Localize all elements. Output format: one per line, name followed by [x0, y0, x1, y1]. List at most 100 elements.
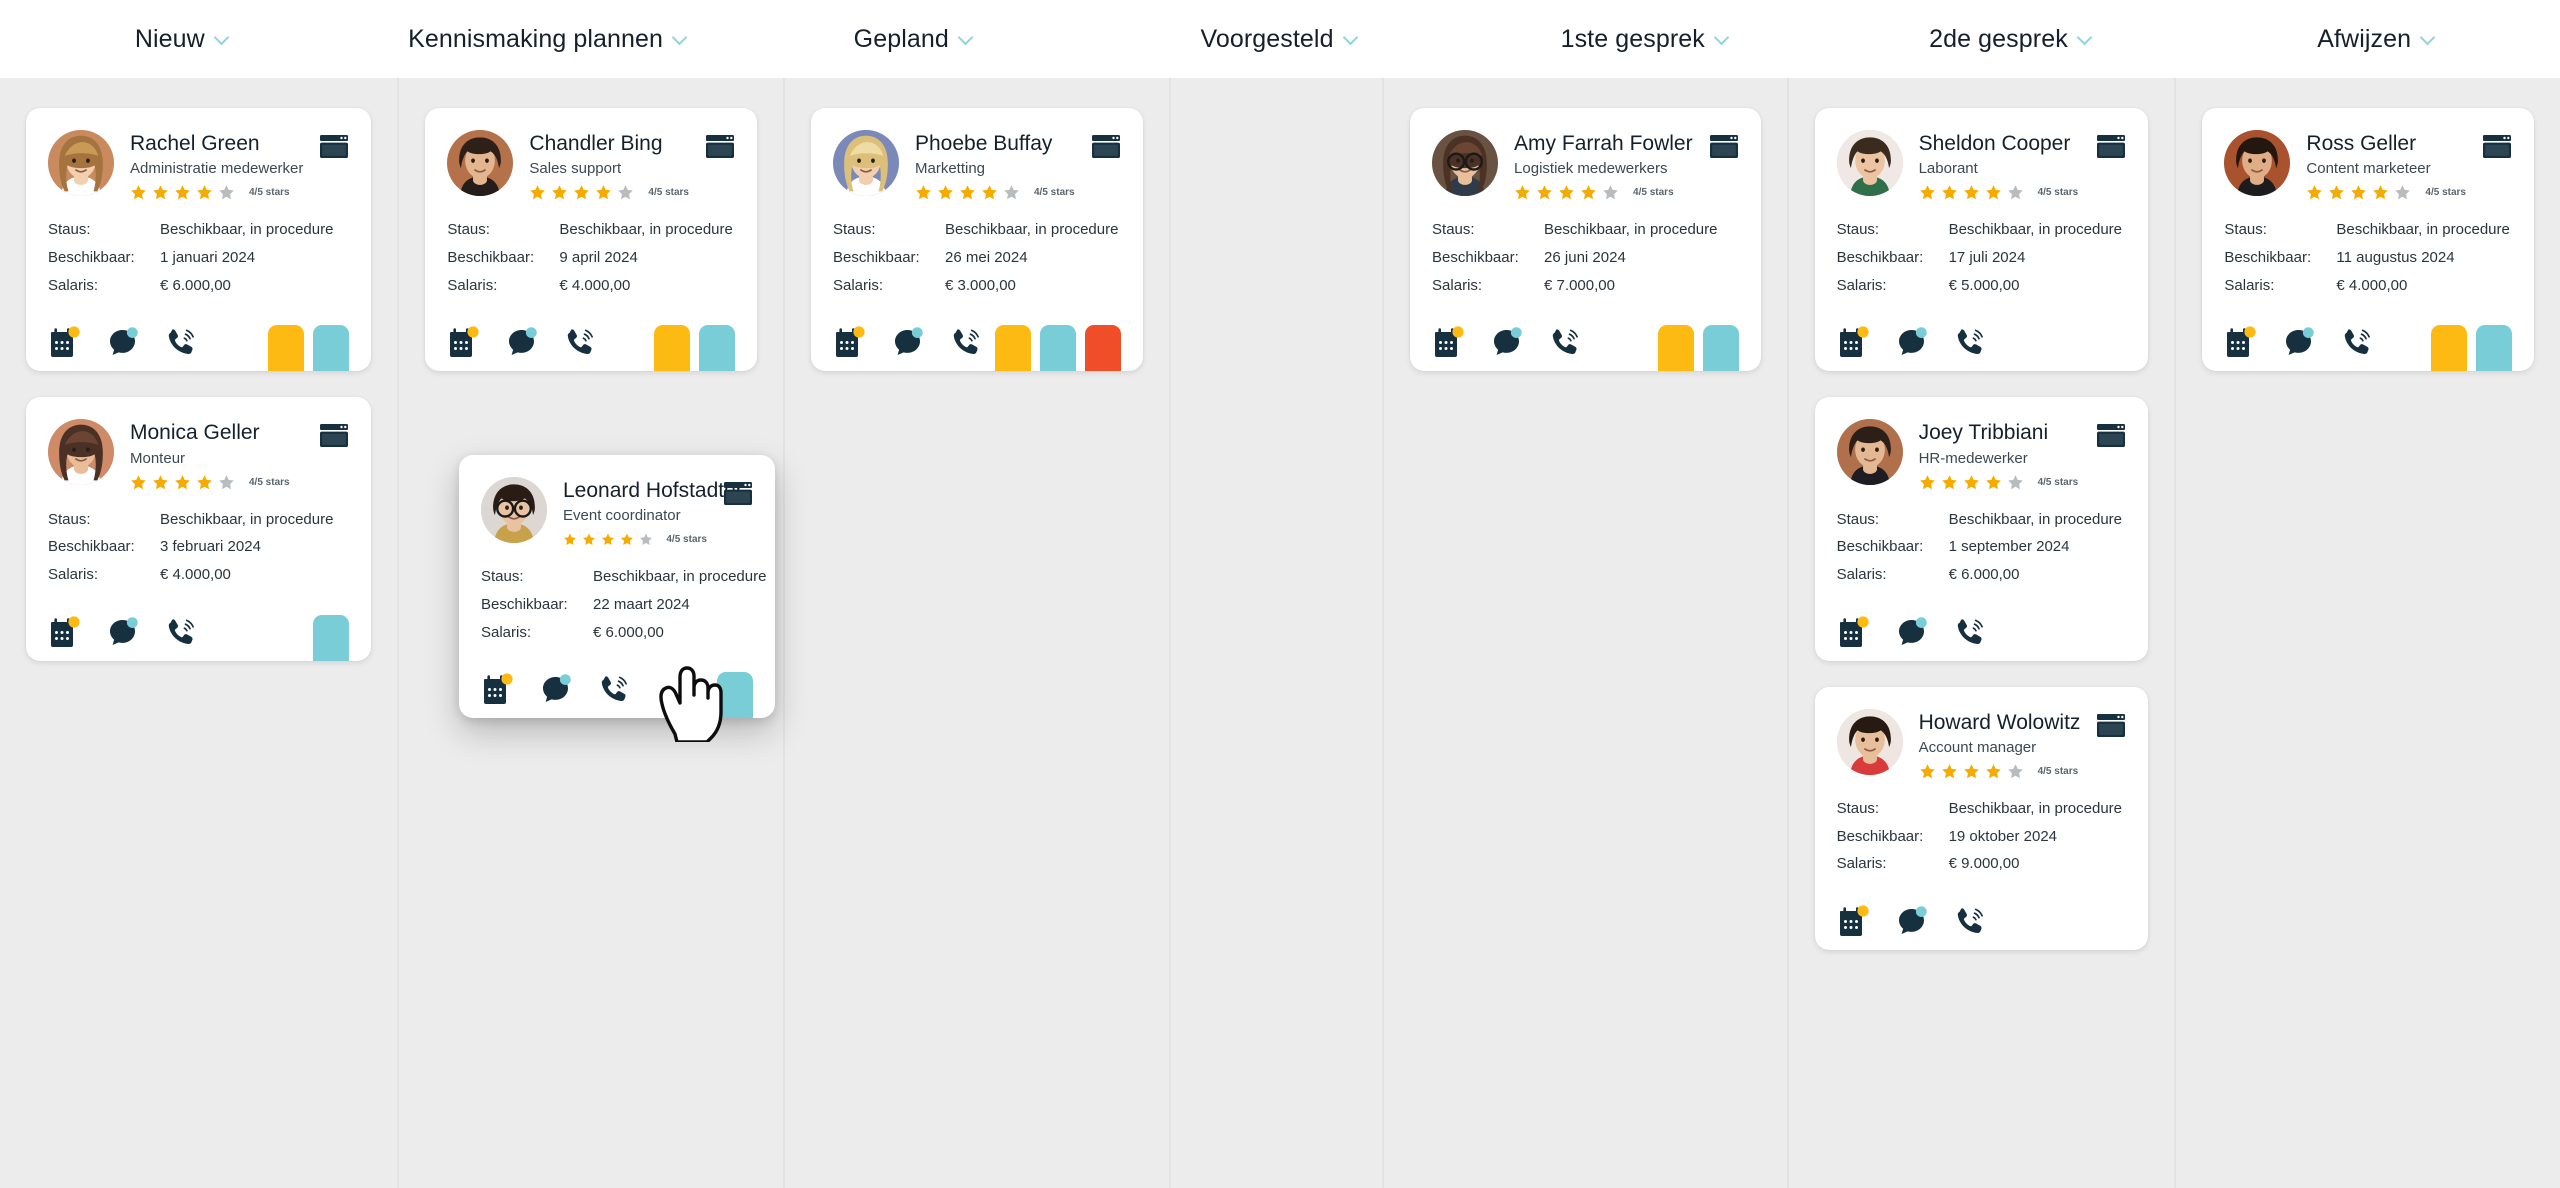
salary-row: Salaris: € 3.000,00	[833, 277, 1121, 296]
card-tag-yellow[interactable]	[2431, 325, 2467, 372]
card-tag-yellow[interactable]	[994, 325, 1031, 372]
kanban-column-3[interactable]	[1170, 78, 1385, 1188]
chevron-down-icon[interactable]	[215, 31, 231, 47]
calendar-icon[interactable]	[1837, 615, 1869, 647]
card-tag-cyan[interactable]	[1702, 325, 1739, 372]
candidate-card[interactable]: Howard Wolowitz Account manager 4/5 star…	[1814, 686, 2149, 951]
candidate-card[interactable]: Chandler Bing Sales support 4/5 stars St…	[425, 108, 757, 372]
candidate-card[interactable]: Amy Farrah Fowler Logistiek medewerkers …	[1410, 108, 1761, 372]
chat-icon[interactable]	[106, 325, 138, 357]
window-icon[interactable]	[319, 134, 349, 159]
candidate-card[interactable]: Phoebe Buffay Marketting 4/5 stars Staus…	[811, 108, 1143, 372]
column-title: Nieuw	[134, 24, 205, 53]
calendar-icon[interactable]	[2224, 325, 2257, 358]
status-row: Staus: Beschikbaar, in procedure	[447, 221, 735, 240]
candidate-card[interactable]: Sheldon Cooper Laborant 4/5 stars Staus:…	[1814, 108, 2149, 372]
card-tag-cyan[interactable]	[717, 672, 753, 719]
card-tag-cyan[interactable]	[313, 614, 350, 661]
card-tag-cyan[interactable]	[313, 325, 350, 372]
window-icon[interactable]	[2096, 423, 2126, 448]
chat-icon[interactable]	[539, 672, 571, 704]
chat-icon[interactable]	[1895, 615, 1927, 647]
phone-icon[interactable]	[1953, 325, 1985, 357]
chat-icon[interactable]	[891, 325, 923, 357]
kanban-column-5[interactable]: Sheldon Cooper Laborant 4/5 stars Staus:…	[1788, 78, 2177, 1188]
column-header-4[interactable]: 1ste gesprek	[1463, 0, 1829, 78]
window-icon[interactable]	[723, 481, 753, 506]
chat-icon[interactable]	[2282, 325, 2315, 357]
avatar	[481, 477, 547, 543]
column-header-6[interactable]: Afwijzen	[2194, 0, 2560, 78]
card-details: Staus: Beschikbaar, in procedure Beschik…	[48, 511, 349, 585]
chat-icon[interactable]	[106, 615, 138, 647]
phone-icon[interactable]	[2340, 325, 2372, 357]
avatar	[1836, 419, 1903, 486]
candidate-card[interactable]: Ross Geller Content marketeer 4/5 stars …	[2202, 108, 2534, 372]
phone-icon[interactable]	[563, 325, 595, 357]
calendar-icon[interactable]	[1837, 904, 1869, 937]
chat-icon[interactable]	[1895, 904, 1927, 936]
salary-label: Salaris:	[2224, 276, 2275, 294]
card-tag-red[interactable]	[1084, 325, 1121, 372]
card-footer	[1837, 888, 2127, 950]
calendar-icon[interactable]	[447, 325, 480, 358]
window-icon[interactable]	[1091, 134, 1121, 159]
available-row: Beschikbaar: 11 augustus 2024	[2224, 249, 2512, 268]
candidate-identity: Leonard Hofstadter Event coordinator 4/5…	[563, 477, 743, 548]
window-icon[interactable]	[705, 134, 735, 159]
window-icon[interactable]	[2482, 134, 2512, 159]
kanban-column-2[interactable]: Phoebe Buffay Marketting 4/5 stars Staus…	[785, 78, 1171, 1188]
candidate-card[interactable]: Joey Tribbiani HR-medewerker 4/5 stars S…	[1814, 397, 2149, 661]
phone-icon[interactable]	[1953, 904, 1985, 936]
available-value: 17 juli 2024	[1948, 248, 2026, 266]
chevron-down-icon[interactable]	[673, 31, 689, 47]
column-header-5[interactable]: 2de gesprek	[1829, 0, 2195, 78]
calendar-icon[interactable]	[481, 672, 513, 705]
card-tag-cyan[interactable]	[2476, 325, 2512, 372]
card-tag-yellow[interactable]	[1657, 325, 1694, 372]
calendar-icon[interactable]	[1837, 325, 1869, 358]
card-tag-yellow[interactable]	[654, 325, 690, 372]
calendar-icon[interactable]	[48, 325, 80, 358]
kanban-column-6[interactable]: Ross Geller Content marketeer 4/5 stars …	[2176, 78, 2560, 1188]
calendar-icon[interactable]	[833, 325, 865, 358]
window-icon[interactable]	[2096, 713, 2126, 738]
status-value: Beschikbaar, in procedure	[160, 221, 334, 239]
chat-icon[interactable]	[505, 325, 538, 357]
chevron-down-icon[interactable]	[959, 31, 975, 47]
phone-icon[interactable]	[949, 325, 981, 357]
window-icon[interactable]	[2096, 134, 2126, 159]
phone-icon[interactable]	[164, 325, 196, 357]
column-header-0[interactable]: Nieuw	[0, 0, 366, 78]
calendar-icon[interactable]	[48, 615, 80, 647]
phone-icon[interactable]	[597, 672, 629, 704]
card-tag-cyan[interactable]	[1039, 325, 1076, 372]
chat-icon[interactable]	[1490, 325, 1522, 357]
phone-icon[interactable]	[164, 615, 196, 647]
card-actions	[1837, 325, 1985, 371]
kanban-column-4[interactable]: Amy Farrah Fowler Logistiek medewerkers …	[1384, 78, 1789, 1188]
status-value: Beschikbaar, in procedure	[1948, 510, 2123, 528]
status-label: Staus:	[833, 221, 876, 239]
card-tag-yellow[interactable]	[268, 325, 305, 372]
card-tag-cyan[interactable]	[699, 325, 735, 372]
salary-label: Salaris:	[1432, 276, 1483, 294]
candidate-card[interactable]: Monica Geller Monteur 4/5 stars Staus: B…	[26, 397, 372, 661]
chat-icon[interactable]	[1895, 325, 1927, 357]
chevron-down-icon[interactable]	[1715, 31, 1731, 47]
candidate-card[interactable]: Rachel Green Administratie medewerker 4/…	[26, 108, 372, 372]
kanban-column-0[interactable]: Rachel Green Administratie medewerker 4/…	[0, 78, 400, 1188]
candidate-card-dragging[interactable]: Leonard Hofstadter Event coordinator 4/5…	[459, 455, 775, 719]
window-icon[interactable]	[319, 423, 349, 448]
chevron-down-icon[interactable]	[2078, 31, 2094, 47]
phone-icon[interactable]	[1548, 325, 1580, 357]
column-header-1[interactable]: Kennismaking plannen	[366, 0, 732, 78]
calendar-icon[interactable]	[1432, 325, 1464, 358]
chevron-down-icon[interactable]	[1344, 31, 1360, 47]
column-header-3[interactable]: Voorgesteld	[1097, 0, 1463, 78]
phone-icon[interactable]	[1953, 615, 1985, 647]
window-icon[interactable]	[1709, 134, 1739, 159]
rating-label: 4/5 stars	[2037, 187, 2079, 199]
chevron-down-icon[interactable]	[2421, 31, 2437, 47]
column-header-2[interactable]: Gepland	[731, 0, 1097, 78]
